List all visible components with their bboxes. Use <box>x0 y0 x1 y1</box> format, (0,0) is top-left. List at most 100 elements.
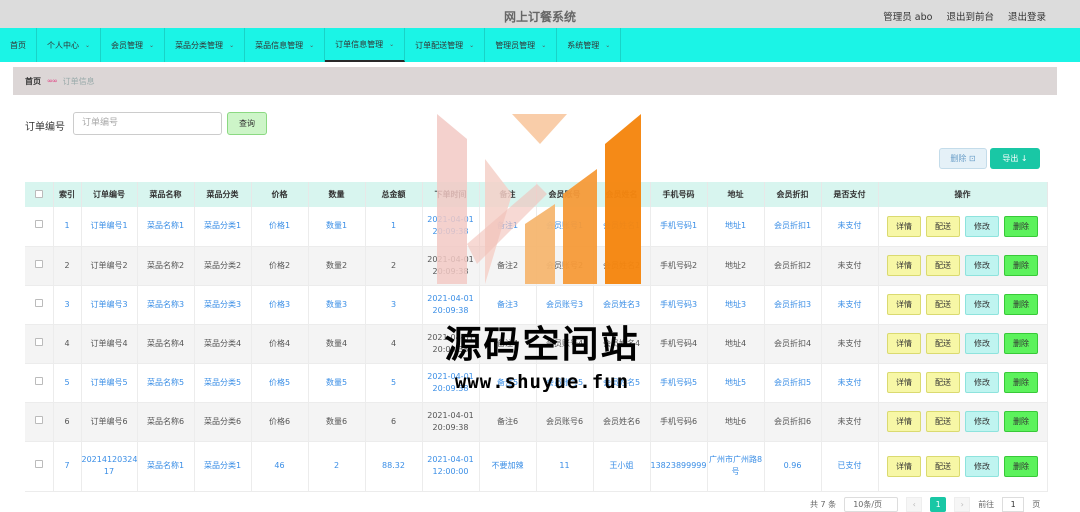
header-user-area: 管理员 abo 退出到前台 退出登录 <box>883 9 1046 23</box>
cell-phone: 手机号码5 <box>650 363 708 403</box>
edit-button[interactable]: 修改 <box>965 294 999 315</box>
row-checkbox[interactable] <box>34 298 43 307</box>
delete-button[interactable]: 删除 <box>1004 411 1038 432</box>
top-header: 网上订餐系统 管理员 abo 退出到前台 退出登录 <box>0 0 1080 28</box>
column-header: 菜品分类 <box>194 182 252 207</box>
goto-page-input[interactable]: 1 <box>1002 497 1025 512</box>
cell-time: 2021-04-01 20:09:38 <box>422 363 480 403</box>
delete-button[interactable]: 删除 <box>1004 215 1038 237</box>
cell-paid: 未支付 <box>821 324 879 364</box>
row-actions: 详情 配送 修改 删除 <box>878 246 1048 286</box>
cell-price: 价格6 <box>251 402 309 442</box>
delete-button[interactable]: 删除 <box>1004 455 1038 477</box>
delete-button[interactable]: 删除 <box>1004 372 1038 393</box>
main-nav: 首页 个人中心 ⌄ 会员管理 ⌄ 菜品分类管理 ⌄ 菜品信息管理 ⌄ 订单信息管理 ⌄ 订单配送管理 ⌄… <box>0 28 1080 62</box>
row-checkbox[interactable] <box>34 337 43 346</box>
cell-account: 会员账号2 <box>536 246 594 286</box>
deliver-button[interactable]: 配送 <box>926 215 960 237</box>
column-header: 索引 <box>53 182 82 207</box>
table-row: 5 订单编号5 菜品名称5 菜品分类5 价格5 数量5 5 2021-04-01 20:09:… <box>25 363 1048 403</box>
detail-button[interactable]: 详情 <box>887 333 921 354</box>
nav-item-0[interactable]: 首页 <box>0 28 37 62</box>
edit-button[interactable]: 修改 <box>965 215 999 237</box>
export-button[interactable]: 导出 ↓ <box>990 148 1040 169</box>
row-checkbox[interactable] <box>34 376 43 385</box>
prev-page-button[interactable]: ‹ <box>906 497 923 512</box>
order-no-search-input[interactable]: 订单编号 <box>73 112 222 135</box>
nav-item-7[interactable]: 管理员管理 ⌄ <box>485 28 558 62</box>
cell-idx: 7 <box>53 441 82 492</box>
nav-item-4[interactable]: 菜品信息管理 ⌄ <box>245 28 326 62</box>
row-select-cell <box>25 285 54 325</box>
breadcrumb-home[interactable]: 首页 <box>25 76 41 87</box>
nav-item-8[interactable]: 系统管理 ⌄ <box>557 28 622 62</box>
cell-name: 王小姐 <box>593 441 651 492</box>
deliver-button[interactable]: 配送 <box>926 372 960 393</box>
cell-account: 会员账号3 <box>536 285 594 325</box>
cell-category: 菜品分类1 <box>194 441 252 492</box>
cell-address: 地址2 <box>707 246 765 286</box>
deliver-button[interactable]: 配送 <box>926 255 960 276</box>
next-page-button[interactable]: › <box>954 497 971 512</box>
column-header: 下单时间 <box>422 182 480 207</box>
cell-discount: 0.96 <box>764 441 822 492</box>
edit-button[interactable]: 修改 <box>965 411 999 432</box>
cell-time: 2021-04-01 12:00:00 <box>422 441 480 492</box>
nav-item-1[interactable]: 个人中心 ⌄ <box>37 28 102 62</box>
deliver-button[interactable]: 配送 <box>926 411 960 432</box>
row-select-cell <box>25 207 54 247</box>
cell-qty: 数量6 <box>308 402 366 442</box>
cell-qty: 数量5 <box>308 363 366 403</box>
edit-button[interactable]: 修改 <box>965 372 999 393</box>
edit-button[interactable]: 修改 <box>965 455 999 477</box>
row-actions: 详情 配送 修改 删除 <box>878 324 1048 364</box>
row-checkbox[interactable] <box>34 460 43 468</box>
cell-idx: 1 <box>53 207 82 247</box>
cell-note: 不要加辣 <box>479 441 537 492</box>
edit-button[interactable]: 修改 <box>965 255 999 276</box>
nav-item-6[interactable]: 订单配送管理 ⌄ <box>405 28 486 62</box>
page-size-select[interactable]: 10条/页 <box>844 497 899 512</box>
cell-phone: 手机号码6 <box>650 402 708 442</box>
cell-qty: 2 <box>308 441 366 492</box>
row-checkbox[interactable] <box>34 259 43 268</box>
cell-address: 地址3 <box>707 285 765 325</box>
nav-item-3[interactable]: 菜品分类管理 ⌄ <box>165 28 246 62</box>
nav-item-2[interactable]: 会员管理 ⌄ <box>101 28 166 62</box>
detail-button[interactable]: 详情 <box>887 411 921 432</box>
cell-qty: 数量1 <box>308 207 366 247</box>
logout-link[interactable]: 退出登录 <box>1008 9 1046 23</box>
row-select-cell <box>25 324 54 364</box>
batch-delete-button[interactable]: 删除 ⊡ <box>939 148 987 169</box>
deliver-button[interactable]: 配送 <box>926 455 960 477</box>
edit-button[interactable]: 修改 <box>965 333 999 354</box>
query-button[interactable]: 查询 <box>227 112 267 135</box>
deliver-button[interactable]: 配送 <box>926 333 960 354</box>
row-action-group: 详情 配送 修改 删除 <box>879 294 1047 315</box>
table-row: 3 订单编号3 菜品名称3 菜品分类3 价格3 数量3 3 2021-04-01 20:09:… <box>25 285 1048 325</box>
cell-phone: 手机号码1 <box>650 207 708 247</box>
detail-button[interactable]: 详情 <box>887 255 921 276</box>
detail-button[interactable]: 详情 <box>887 455 921 477</box>
row-checkbox[interactable] <box>34 220 43 229</box>
current-page-button[interactable]: 1 <box>930 497 947 512</box>
row-checkbox[interactable] <box>34 415 43 424</box>
cell-phone: 手机号码4 <box>650 324 708 364</box>
row-actions: 详情 配送 修改 删除 <box>878 402 1048 442</box>
deliver-button[interactable]: 配送 <box>926 294 960 315</box>
cell-category: 菜品分类5 <box>194 363 252 403</box>
row-select-cell <box>25 246 54 286</box>
cell-name: 会员姓名4 <box>593 324 651 364</box>
cell-phone: 手机号码2 <box>650 246 708 286</box>
nav-item-5[interactable]: 订单信息管理 ⌄ <box>325 28 406 62</box>
delete-button[interactable]: 删除 <box>1004 294 1038 315</box>
delete-button[interactable]: 删除 <box>1004 255 1038 276</box>
cell-address: 地址1 <box>707 207 765 247</box>
detail-button[interactable]: 详情 <box>887 215 921 237</box>
back-to-front-link[interactable]: 退出到前台 <box>946 9 994 23</box>
cell-phone: 手机号码3 <box>650 285 708 325</box>
detail-button[interactable]: 详情 <box>887 294 921 315</box>
delete-button[interactable]: 删除 <box>1004 333 1038 354</box>
select-all-checkbox[interactable] <box>34 189 43 198</box>
detail-button[interactable]: 详情 <box>887 372 921 393</box>
